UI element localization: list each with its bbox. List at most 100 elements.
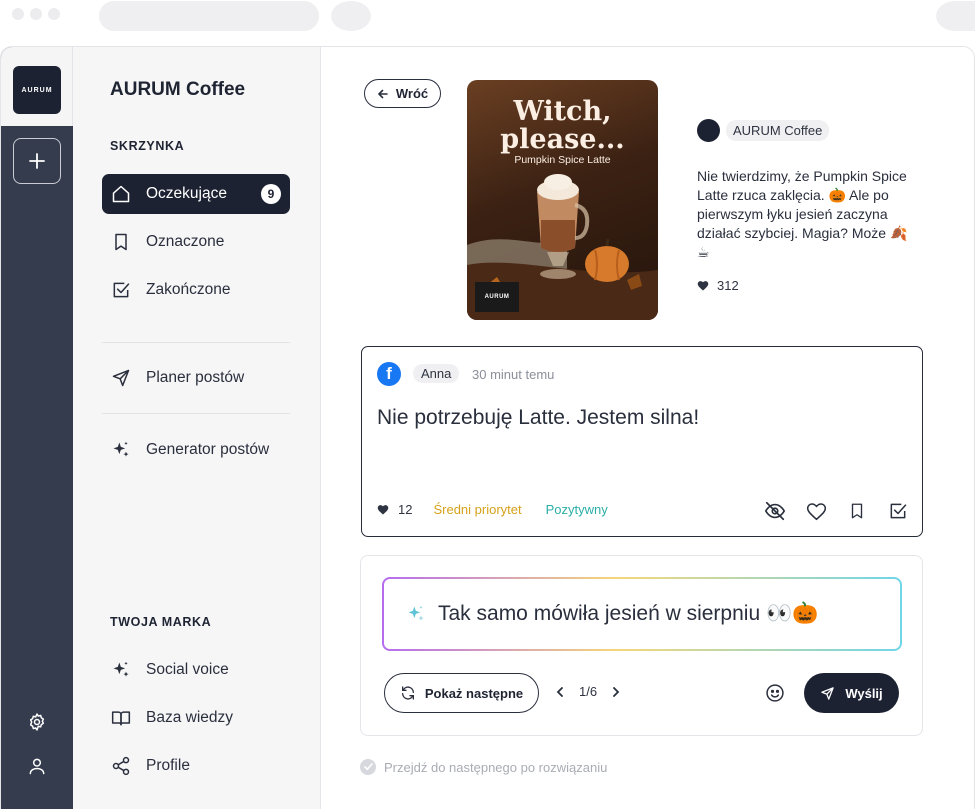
reply-card: Tak samo mówiła jesień w sierpniu 👀🎃 Pok… (360, 555, 923, 736)
check-square-icon (111, 280, 131, 300)
send-icon (111, 368, 131, 388)
eye-off-icon (764, 501, 786, 521)
like-comment-button[interactable] (805, 500, 827, 522)
sparkles-icon (408, 605, 424, 621)
sidebar: AURUM Coffee SKRZYNKA Oczekujące 9 Oznac… (73, 47, 321, 809)
sidebar-item-social-voice[interactable]: Social voice (102, 650, 290, 690)
home-icon (111, 184, 131, 204)
sidebar-item-flagged[interactable]: Oznaczone (102, 222, 290, 262)
sidebar-item-completed[interactable]: Zakończone (102, 270, 290, 310)
post-likes: 312 (697, 278, 739, 293)
send-icon (821, 686, 835, 700)
sidebar-item-label: Baza wiedzy (146, 709, 234, 726)
reply-text: Tak samo mówiła jesień w sierpniu 👀🎃 (438, 602, 819, 625)
prev-suggestion-button[interactable] (556, 686, 564, 697)
avatar (697, 119, 720, 142)
window-dot (30, 8, 42, 20)
icon-rail: AURUM (1, 47, 73, 809)
send-button[interactable]: Wyślij (804, 673, 899, 713)
comment-likes-count: 12 (398, 502, 413, 517)
arrow-left-icon (378, 89, 388, 98)
sidebar-item-pending[interactable]: Oczekujące 9 (102, 174, 290, 214)
main-content: Wróć Witch, please... Pumpkin Spice Latt… (321, 47, 974, 809)
browser-button[interactable] (331, 1, 371, 31)
back-label: Wróć (395, 86, 429, 101)
section-label-inbox: SKRZYNKA (110, 139, 185, 153)
sidebar-item-profiles[interactable]: Profile (102, 746, 290, 786)
resolve-comment-button[interactable] (887, 500, 909, 522)
settings-button[interactable] (25, 710, 49, 734)
priority-badge: Średni priorytet (433, 502, 522, 517)
browser-button[interactable] (936, 1, 975, 31)
flag-comment-button[interactable] (846, 500, 868, 522)
sentiment-badge: Pozytywny (545, 502, 608, 517)
bookmark-icon (851, 503, 863, 519)
sidebar-item-planner[interactable]: Planer postów (102, 358, 290, 398)
comment-card[interactable]: f Anna 30 minut temu Nie potrzebuję Latt… (361, 346, 923, 537)
next-suggestion-button[interactable] (612, 686, 620, 697)
divider (102, 413, 290, 414)
heart-icon (806, 502, 826, 520)
comment-likes: 12 (377, 502, 412, 517)
sidebar-item-label: Planer postów (146, 369, 245, 386)
emoji-picker-button[interactable] (764, 682, 786, 704)
sidebar-item-knowledge-base[interactable]: Baza wiedzy (102, 698, 290, 738)
address-bar[interactable] (99, 1, 319, 31)
chevron-left-icon (556, 686, 563, 697)
brand-name: AURUM Coffee (110, 79, 246, 100)
hide-comment-button[interactable] (764, 500, 786, 522)
comment-author[interactable]: Anna (413, 364, 460, 383)
app-window: AURUM AURUM Coffee SKRZYNKA Oczekujące 9… (0, 46, 975, 809)
comment-text: Nie potrzebuję Latte. Jestem silna! (377, 406, 700, 429)
plus-icon (29, 153, 45, 169)
post-likes-count: 312 (717, 278, 739, 293)
show-next-suggestion-button[interactable]: Pokaż następne (384, 673, 539, 713)
sidebar-item-label: Generator postów (146, 441, 270, 458)
gear-icon (29, 713, 45, 731)
reply-input[interactable]: Tak samo mówiła jesień w sierpniu 👀🎃 (382, 577, 902, 651)
refresh-icon (401, 686, 414, 700)
share-icon (111, 756, 131, 776)
divider (102, 342, 290, 343)
auto-next-toggle[interactable]: Przejdź do następnego po rozwiązaniu (360, 759, 607, 775)
pending-count-badge: 9 (261, 184, 281, 204)
chevron-right-icon (613, 686, 620, 697)
show-next-label: Pokaż następne (424, 685, 524, 701)
add-workspace-button[interactable] (13, 138, 61, 184)
check-square-icon (890, 503, 907, 519)
heart-filled-icon (377, 505, 389, 515)
sidebar-item-label: Profile (146, 757, 190, 774)
post-author[interactable]: AURUM Coffee (697, 119, 830, 142)
pager-status: 1/6 (579, 684, 598, 699)
logo-text: AURUM (21, 86, 53, 94)
checkbox-icon (360, 759, 376, 775)
back-button[interactable]: Wróć (364, 79, 441, 108)
user-icon (29, 758, 45, 775)
comment-actions (764, 500, 909, 522)
book-icon (111, 708, 131, 728)
comment-meta: 12 Średni priorytet Pozytywny (377, 502, 608, 517)
sidebar-item-label: Zakończone (146, 281, 231, 298)
sidebar-item-label: Social voice (146, 661, 229, 678)
reply-input-field[interactable]: Tak samo mówiła jesień w sierpniu 👀🎃 (384, 579, 900, 649)
sidebar-item-generator[interactable]: Generator postów (102, 430, 290, 470)
browser-chrome (0, 0, 975, 46)
sidebar-item-label: Oczekujące (146, 185, 227, 202)
post-author-name: AURUM Coffee (726, 120, 830, 141)
comment-time: 30 minut temu (472, 367, 555, 382)
sidebar-item-label: Oznaczone (146, 233, 225, 250)
account-button[interactable] (25, 754, 49, 778)
image-logo: AURUM (475, 282, 519, 312)
heart-filled-icon (697, 281, 709, 291)
send-label: Wyślij (845, 685, 883, 701)
suggestion-pager: 1/6 (556, 684, 620, 699)
sparkles-icon (111, 660, 131, 680)
section-label-brand: TWOJA MARKA (110, 615, 212, 629)
auto-next-label: Przejdź do następnego po rozwiązaniu (384, 759, 608, 775)
smiley-icon (766, 684, 784, 702)
facebook-icon: f (377, 362, 401, 386)
window-dot (12, 8, 24, 20)
brand-logo[interactable]: AURUM (13, 66, 61, 114)
post-caption: Nie twierdzimy, że Pumpkin Spice Latte r… (697, 168, 908, 260)
post-image[interactable]: Witch, please... Pumpkin Spice Latte AUR… (467, 80, 658, 320)
